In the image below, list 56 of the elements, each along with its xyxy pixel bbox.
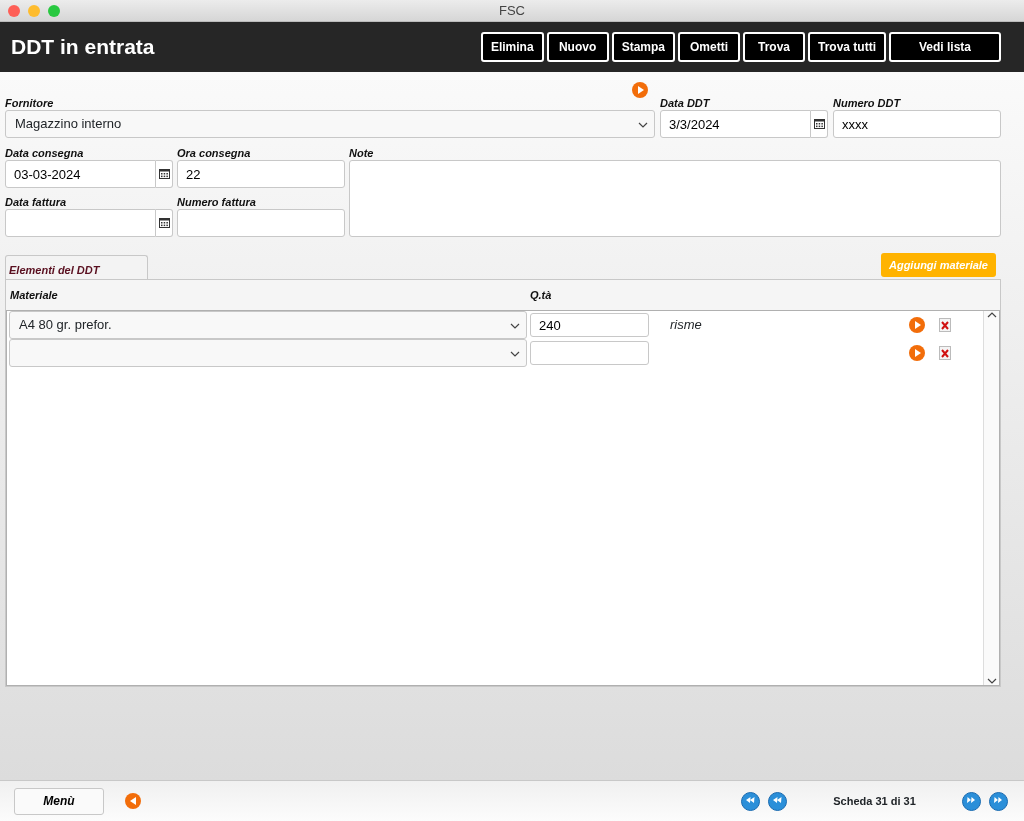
menu-button[interactable]: Menù <box>14 787 104 815</box>
play-icon[interactable] <box>909 317 925 333</box>
field-label: Numero DDT <box>833 96 902 110</box>
date-field[interactable]: 03-03-2024 <box>5 160 156 188</box>
field-label: Data DDT <box>660 96 711 110</box>
field-label: Note <box>349 146 375 160</box>
record-counter: Scheda 31 di 31 <box>832 793 917 809</box>
rewind-icon[interactable] <box>768 791 787 811</box>
input-field[interactable]: 240 <box>530 313 649 337</box>
dropdown-field[interactable]: A4 80 gr. prefor. <box>9 311 527 339</box>
date-field[interactable]: 3/3/2024 <box>660 110 811 138</box>
scroll-down-icon[interactable] <box>986 677 997 685</box>
caret-icon <box>637 121 648 128</box>
rewind-icon[interactable] <box>741 791 760 811</box>
delete-icon[interactable] <box>939 346 951 360</box>
forward-icon[interactable] <box>989 791 1008 811</box>
input-field[interactable]: xxxx <box>833 110 1001 138</box>
back-icon[interactable] <box>125 793 141 809</box>
dropdown-field[interactable]: Magazzino interno <box>5 110 655 138</box>
forward-icon[interactable] <box>962 791 981 811</box>
date-field[interactable] <box>5 209 156 237</box>
toolbar-button[interactable]: Nuovo <box>546 32 609 62</box>
toolbar-button[interactable]: Vedi lista <box>889 32 1001 62</box>
calendar-icon[interactable] <box>813 119 825 129</box>
input-field[interactable] <box>177 209 345 237</box>
delete-icon[interactable] <box>939 318 951 332</box>
field-label: Ora consegna <box>177 146 252 160</box>
input-field[interactable]: 22 <box>177 160 345 188</box>
toolbar-button[interactable]: Stampa <box>611 32 675 62</box>
page-title: DDT in entrata <box>11 34 155 61</box>
caret-icon <box>509 350 520 357</box>
scrollbar[interactable] <box>983 311 999 685</box>
input-field[interactable] <box>530 341 649 365</box>
window-title: FSC <box>499 1 525 20</box>
field-label: Data consegna <box>5 146 85 160</box>
column-header: Q.tà <box>530 288 552 302</box>
unit-label: risme <box>669 316 703 335</box>
calendar-icon[interactable] <box>158 218 170 228</box>
toolbar-button[interactable]: Trova tutti <box>808 32 886 62</box>
dropdown-field[interactable] <box>9 339 527 367</box>
toolbar-button[interactable]: Elimina <box>480 32 544 62</box>
zoom-button[interactable] <box>48 4 60 17</box>
field-label: Numero fattura <box>177 195 257 209</box>
column-header: Materiale <box>10 288 59 302</box>
play-icon[interactable] <box>909 345 925 361</box>
close-button[interactable] <box>8 4 20 17</box>
panel-tab[interactable]: Elementi del DDT <box>5 255 148 279</box>
notes-field[interactable] <box>349 160 1001 237</box>
field-label: Fornitore <box>5 96 55 110</box>
toolbar-button[interactable]: Trova <box>743 32 805 62</box>
play-icon[interactable] <box>632 82 648 98</box>
caret-icon <box>509 322 520 329</box>
toolbar-button[interactable]: Ometti <box>678 32 740 62</box>
scroll-up-icon[interactable] <box>986 311 997 319</box>
field-label: Data fattura <box>5 195 68 209</box>
calendar-icon[interactable] <box>158 169 170 179</box>
